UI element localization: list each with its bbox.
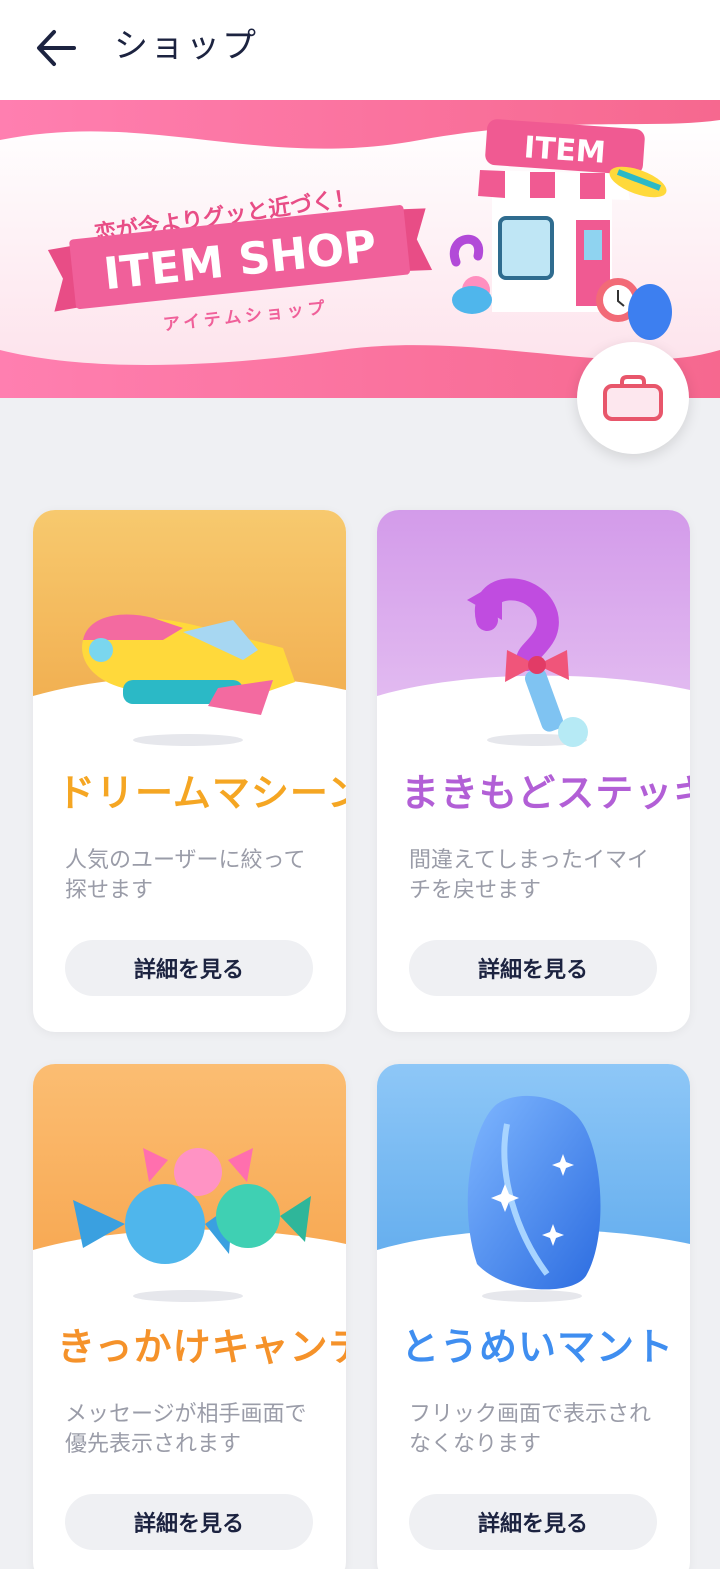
back-button[interactable]	[30, 22, 82, 74]
item-description: 人気のユーザーに絞って探せます	[65, 848, 306, 903]
item-description: メッセージが相手画面で優先表示されます	[65, 1402, 307, 1457]
details-button[interactable]: 詳細を見る	[409, 940, 657, 996]
item-card-invisible-cloak: とうめいマント フリック画面で表示されなくなります 詳細を見る	[377, 1064, 690, 1569]
rewind-wand-illustration	[377, 510, 690, 750]
invisible-cloak-illustration	[377, 1064, 690, 1304]
details-button[interactable]: 詳細を見る	[65, 940, 313, 996]
item-card-dream-machine: ドリームマシーン 人気のユーザーに絞って探せます 詳細を見る	[33, 510, 346, 1032]
purchased-items-button[interactable]	[577, 342, 689, 454]
item-name: とうめいマント	[401, 1325, 675, 1369]
dream-machine-illustration	[33, 510, 346, 750]
item-description: 間違えてしまったイマイチを戻せます	[409, 848, 650, 903]
item-name: ドリームマシーン	[57, 771, 346, 815]
cloak-prop	[628, 284, 672, 340]
shopping-bag-icon	[603, 375, 663, 421]
item-card-chance-candy: きっかけキャンディ メッセージが相手画面で優先表示されます 詳細を見る	[33, 1064, 346, 1569]
back-arrow-icon	[37, 30, 76, 66]
app-header: ショップ	[0, 0, 720, 100]
item-description: フリック画面で表示されなくなります	[409, 1402, 652, 1457]
item-card-rewind-wand: まきもどステッキ 間違えてしまったイマイチを戻せます 詳細を見る	[377, 510, 690, 1032]
details-button[interactable]: 詳細を見る	[409, 1494, 657, 1550]
details-button[interactable]: 詳細を見る	[65, 1494, 313, 1550]
chance-candy-illustration	[33, 1064, 346, 1304]
page-title: ショップ	[114, 26, 258, 66]
item-name: まきもどステッキ	[401, 771, 690, 815]
store-sign-text: ITEM	[523, 130, 607, 171]
item-name: きっかけキャンディ	[57, 1325, 346, 1369]
